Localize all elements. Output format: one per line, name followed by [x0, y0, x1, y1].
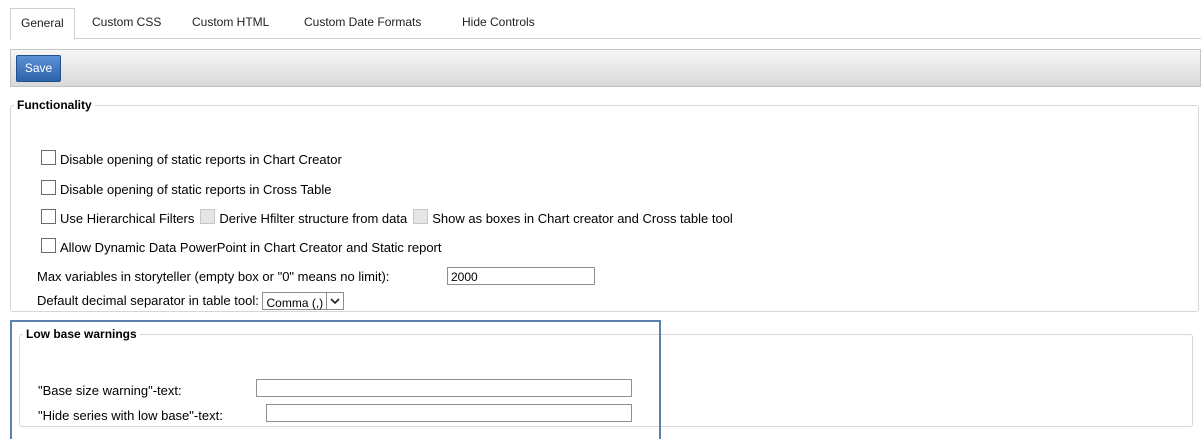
base-size-row: "Base size warning"-text:: [38, 381, 182, 399]
allow-dynamic-ppt-checkbox[interactable]: [41, 238, 56, 253]
option-row-dynamic-ppt: Allow Dynamic Data PowerPoint in Chart C…: [41, 238, 442, 256]
low-base-warnings-legend: Low base warnings: [26, 327, 137, 341]
tab-hide-controls[interactable]: Hide Controls: [462, 8, 535, 37]
show-as-boxes-checkbox[interactable]: [413, 209, 429, 224]
toolbar: Save: [10, 49, 1201, 87]
decimal-separator-select[interactable]: Comma (,): [262, 291, 345, 310]
functionality-legend: Functionality: [17, 98, 92, 112]
hide-series-low-base-label: "Hide series with low base"-text:: [38, 407, 223, 423]
tab-general[interactable]: General: [10, 8, 75, 40]
base-size-warning-input[interactable]: [256, 379, 632, 397]
use-hierarchical-filters-checkbox[interactable]: [41, 209, 56, 224]
disable-static-cross-table-checkbox[interactable]: [41, 180, 56, 195]
tab-bar: General Custom CSS Custom HTML Custom Da…: [10, 8, 1201, 40]
disable-static-cross-table-label: Disable opening of static reports in Cro…: [60, 181, 332, 197]
option-row-hierarchical: Use Hierarchical Filters Derive Hfilter s…: [41, 209, 733, 227]
max-vars-row: Max variables in storyteller (empty box …: [37, 267, 389, 285]
allow-dynamic-ppt-label: Allow Dynamic Data PowerPoint in Chart C…: [60, 239, 442, 255]
chevron-down-icon: [326, 292, 343, 309]
decimal-row: Default decimal separator in table tool:…: [37, 290, 345, 310]
use-hierarchical-filters-label: Use Hierarchical Filters: [60, 210, 195, 226]
tab-custom-date-formats[interactable]: Custom Date Formats: [304, 8, 421, 37]
decimal-separator-value: Comma (,): [266, 295, 324, 310]
show-as-boxes-label: Show as boxes in Chart creator and Cross…: [432, 210, 733, 226]
tab-custom-css[interactable]: Custom CSS: [92, 8, 161, 37]
save-button[interactable]: Save: [16, 55, 61, 82]
low-base-warnings-group: Low base warnings "Base size warning"-te…: [19, 327, 1193, 427]
option-row-chart-creator: Disable opening of static reports in Cha…: [41, 150, 342, 168]
disable-static-chart-creator-label: Disable opening of static reports in Cha…: [60, 151, 342, 167]
hide-series-row: "Hide series with low base"-text:: [38, 406, 223, 424]
disable-static-chart-creator-checkbox[interactable]: [41, 150, 56, 165]
max-vars-label: Max variables in storyteller (empty box …: [37, 268, 390, 284]
hide-series-low-base-input[interactable]: [266, 404, 632, 422]
decimal-separator-label: Default decimal separator in table tool:: [37, 292, 259, 308]
derive-hfilter-label: Derive Hfilter structure from data: [219, 210, 408, 226]
option-row-cross-table: Disable opening of static reports in Cro…: [41, 180, 331, 198]
derive-hfilter-checkbox[interactable]: [200, 209, 216, 224]
tab-custom-html[interactable]: Custom HTML: [192, 8, 269, 37]
base-size-warning-label: "Base size warning"-text:: [38, 382, 182, 398]
functionality-group: Functionality Disable opening of static …: [10, 98, 1199, 312]
max-vars-input[interactable]: 2000: [447, 267, 595, 285]
